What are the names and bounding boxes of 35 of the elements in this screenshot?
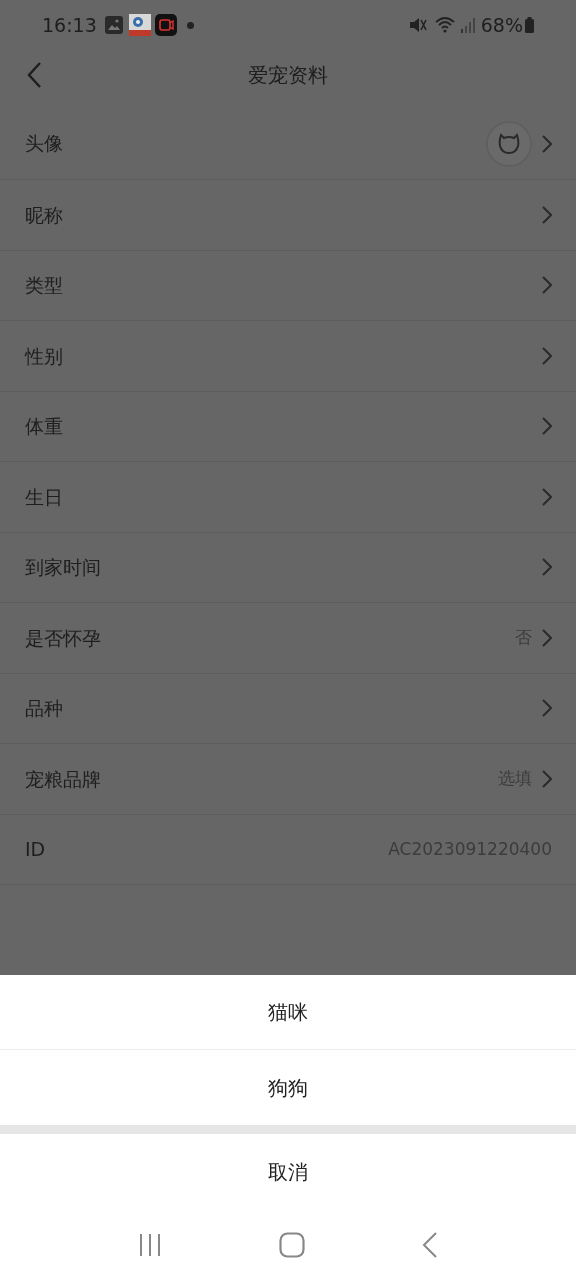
settings-row[interactable]: 性别	[0, 321, 576, 392]
home-icon[interactable]	[279, 1232, 305, 1258]
row-label: 宠粮品牌	[25, 766, 101, 792]
row-label: 体重	[25, 414, 63, 439]
mute-icon	[408, 16, 427, 34]
page-title: 爱宠资料	[248, 62, 328, 89]
app-icon	[128, 14, 151, 36]
settings-row[interactable]: 类型	[0, 250, 576, 321]
wifi-icon	[434, 16, 457, 34]
row-label: 性别	[25, 343, 63, 369]
back-icon[interactable]	[26, 61, 42, 89]
settings-row[interactable]: 头像	[0, 108, 576, 180]
notification-dot-icon	[186, 21, 194, 29]
settings-row[interactable]: 体重	[0, 391, 576, 462]
signal-icon	[460, 17, 475, 33]
battery-icon	[525, 17, 534, 33]
battery-percent: 68%	[480, 12, 523, 38]
row-label: 昵称	[25, 202, 63, 228]
status-time: 16:13	[42, 12, 97, 38]
video-icon	[154, 14, 177, 36]
row-label: 是否怀孕	[25, 625, 101, 651]
settings-row[interactable]: 昵称	[0, 180, 576, 251]
cat-avatar-icon	[486, 120, 532, 167]
row-label: 类型	[25, 273, 63, 298]
settings-row[interactable]: 品种	[0, 673, 576, 744]
back-icon[interactable]	[421, 1232, 438, 1258]
row-label: 生日	[25, 484, 63, 510]
recent-apps-icon[interactable]	[138, 1233, 163, 1257]
row-label: 头像	[25, 131, 63, 157]
row-label: ID	[25, 837, 46, 862]
row-label: 到家时间	[25, 555, 101, 580]
row-label: 品种	[25, 696, 63, 721]
settings-row[interactable]: 生日	[0, 462, 576, 533]
gallery-icon	[104, 16, 123, 34]
settings-row[interactable]: 到家时间	[0, 532, 576, 603]
